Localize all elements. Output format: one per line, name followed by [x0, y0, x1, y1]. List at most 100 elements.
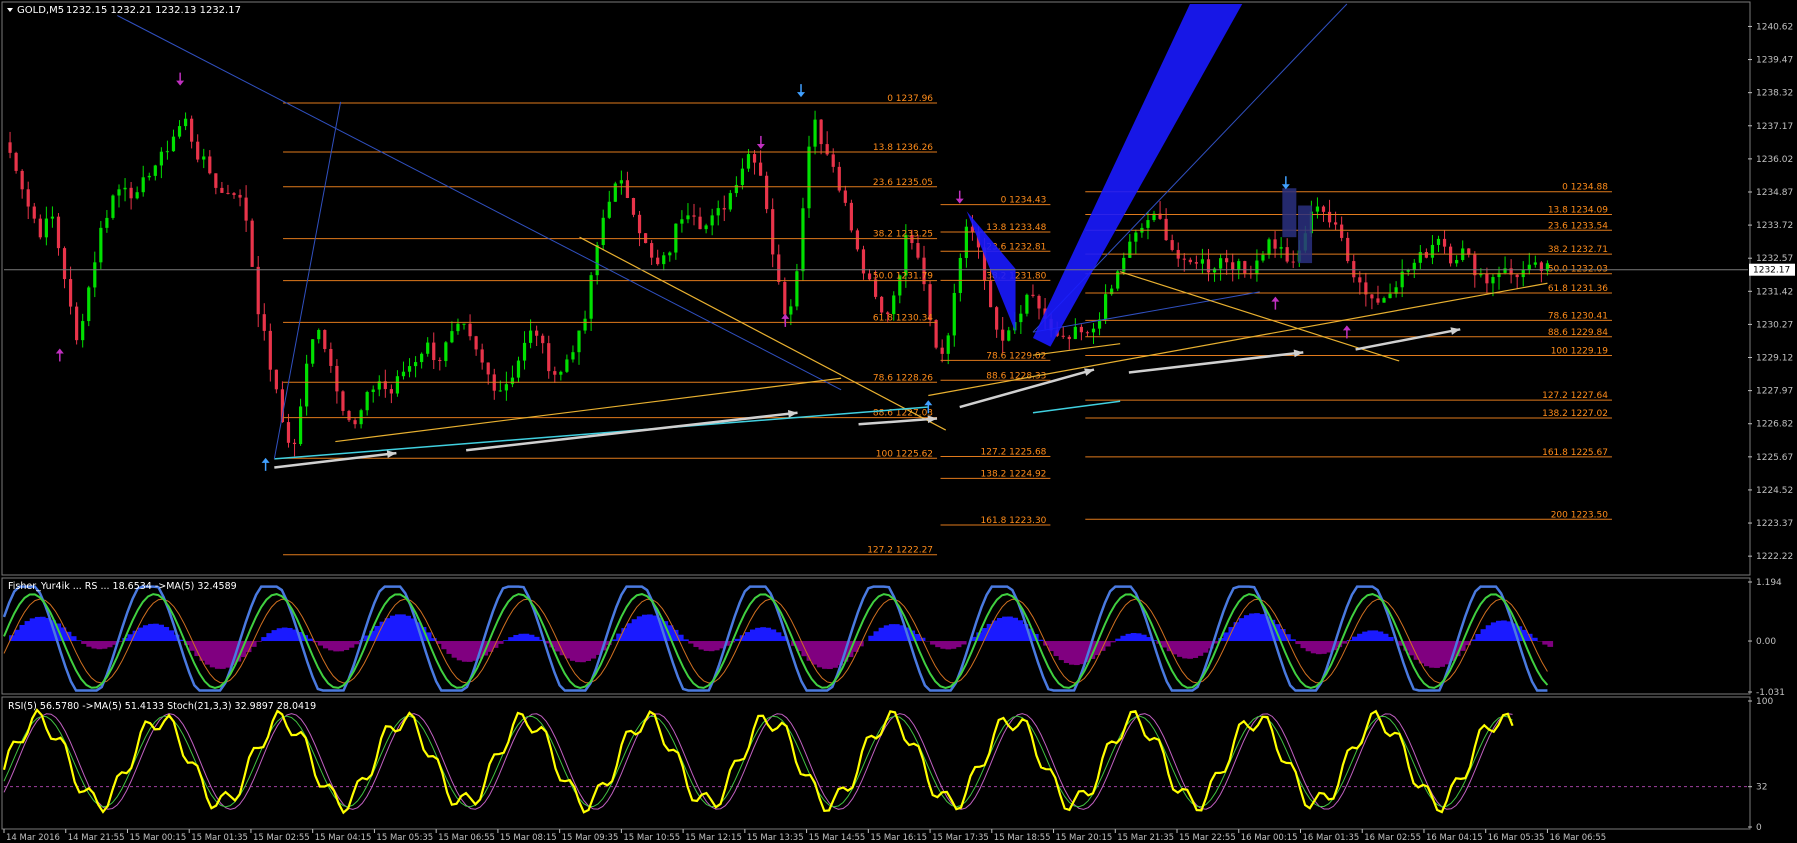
- candle-body: [867, 273, 872, 280]
- candle-body: [335, 365, 339, 392]
- fisher-histogram-bar: [652, 615, 658, 642]
- fisher-histogram-bar: [266, 633, 273, 642]
- candle-body: [87, 287, 91, 322]
- x-tick-label: 16 Mar 04:15: [1426, 833, 1483, 843]
- fisher-histogram-bar: [1238, 618, 1245, 642]
- fisher-histogram-bar: [1341, 641, 1348, 644]
- fisher-histogram-bar: [827, 641, 833, 669]
- candle-body: [571, 352, 575, 360]
- fisher-histogram-bar: [1310, 641, 1317, 654]
- candle-body: [595, 245, 599, 276]
- x-tick-label: 15 Mar 17:35: [932, 833, 989, 843]
- candle-body: [607, 201, 611, 218]
- candle-body: [20, 170, 24, 190]
- x-tick-label: 15 Mar 02:55: [253, 833, 310, 843]
- fisher-histogram-bar: [40, 616, 46, 642]
- candle-body: [1333, 222, 1338, 225]
- fisher-histogram-bar: [1197, 641, 1204, 656]
- candle-body: [1358, 277, 1362, 283]
- y-tick-label: 1222.22: [1756, 552, 1793, 562]
- candle-body: [1346, 237, 1350, 262]
- fisher-histogram-bar: [523, 633, 530, 642]
- fisher-histogram-bar: [1362, 631, 1368, 642]
- fisher-histogram-bar: [1053, 641, 1060, 657]
- candle-body: [752, 154, 757, 163]
- candle-body: [1376, 298, 1380, 303]
- candle-body: [317, 330, 321, 340]
- fisher-histogram-bar: [225, 641, 231, 668]
- fisher-histogram-bar: [1367, 630, 1374, 642]
- candle-body: [1182, 258, 1186, 260]
- fisher-histogram-bar: [1382, 633, 1389, 642]
- fisher-histogram-bar: [647, 614, 653, 642]
- fisher-histogram-bar: [307, 638, 314, 642]
- fisher-histogram-bar: [194, 641, 201, 657]
- fisher-histogram-bar: [1058, 641, 1065, 661]
- y-tick-label: 1229.12: [1756, 354, 1793, 364]
- fib-level-label: 88.6 1229.84: [1548, 328, 1608, 338]
- candle-body: [498, 390, 502, 392]
- candle-body: [395, 376, 400, 394]
- fisher-histogram-bar: [467, 641, 473, 662]
- fisher-histogram-bar: [626, 623, 633, 642]
- candle-body: [407, 366, 412, 372]
- x-tick-label: 15 Mar 08:15: [500, 833, 557, 843]
- x-tick-label: 15 Mar 04:15: [315, 833, 372, 843]
- candle-body: [111, 195, 115, 218]
- fisher-histogram-bar: [348, 641, 355, 648]
- highlight-box: [1298, 205, 1313, 264]
- candle-body: [1164, 218, 1168, 241]
- y-tick-label: 1226.82: [1756, 420, 1793, 430]
- fisher-histogram-bar: [734, 638, 741, 642]
- candle-body: [1291, 261, 1295, 263]
- fisher-histogram-bar: [497, 641, 504, 644]
- candle-body: [1212, 268, 1217, 273]
- candle-body: [1442, 238, 1447, 247]
- y-tick-label: 1230.27: [1756, 320, 1793, 330]
- fisher-histogram-bar: [1243, 615, 1250, 642]
- candle-body: [171, 136, 176, 152]
- candle-body: [8, 142, 12, 153]
- fib-level-label: 0 1234.43: [1001, 196, 1047, 206]
- candle-body: [686, 215, 690, 220]
- candle-body: [1533, 262, 1537, 265]
- fisher-histogram-bar: [1130, 633, 1137, 642]
- fib-level-label: 61.8 1230.34: [873, 313, 933, 323]
- candle-body: [583, 318, 587, 331]
- candle-body: [474, 336, 478, 350]
- fisher-histogram-bar: [713, 641, 720, 651]
- candle-body: [147, 175, 151, 178]
- candle-body: [1418, 252, 1422, 263]
- fisher-histogram-bar: [271, 630, 278, 642]
- fib-level-label: 0 1237.96: [887, 94, 933, 104]
- candle-body: [1485, 273, 1489, 284]
- candle-body: [286, 422, 291, 443]
- fib-level-label: 23.6 1233.54: [1548, 221, 1608, 231]
- candle-body: [1007, 330, 1011, 341]
- candle-body: [704, 225, 708, 230]
- candle-body: [1170, 240, 1174, 250]
- fisher-histogram-bar: [894, 624, 900, 642]
- fib-level-label: 38.2 1233.25: [873, 230, 933, 240]
- fib-level-label: 138.2 1227.02: [1542, 409, 1608, 419]
- fisher-histogram-bar: [142, 625, 149, 642]
- fisher-histogram-bar: [996, 617, 1003, 642]
- fisher-histogram-bar: [533, 636, 540, 642]
- fisher-histogram-bar: [1141, 634, 1147, 642]
- candle-body: [547, 343, 551, 372]
- candle-body: [159, 151, 163, 166]
- candle-body: [262, 314, 266, 331]
- candle-body: [292, 442, 297, 445]
- fisher-histogram-bar: [1202, 641, 1209, 653]
- fisher-histogram-bar: [96, 641, 103, 650]
- candle-body: [698, 216, 702, 230]
- y-tick-label: 100: [1756, 697, 1773, 707]
- candle-body: [456, 323, 460, 332]
- candle-body: [208, 156, 212, 174]
- candle-body: [1037, 295, 1041, 309]
- fisher-histogram-bar: [1038, 639, 1044, 642]
- fisher-histogram-bar: [1315, 641, 1322, 655]
- candle-body: [486, 362, 490, 375]
- y-tick-label: 1238.32: [1756, 89, 1793, 99]
- fib-level-label: 161.8 1225.67: [1542, 448, 1608, 458]
